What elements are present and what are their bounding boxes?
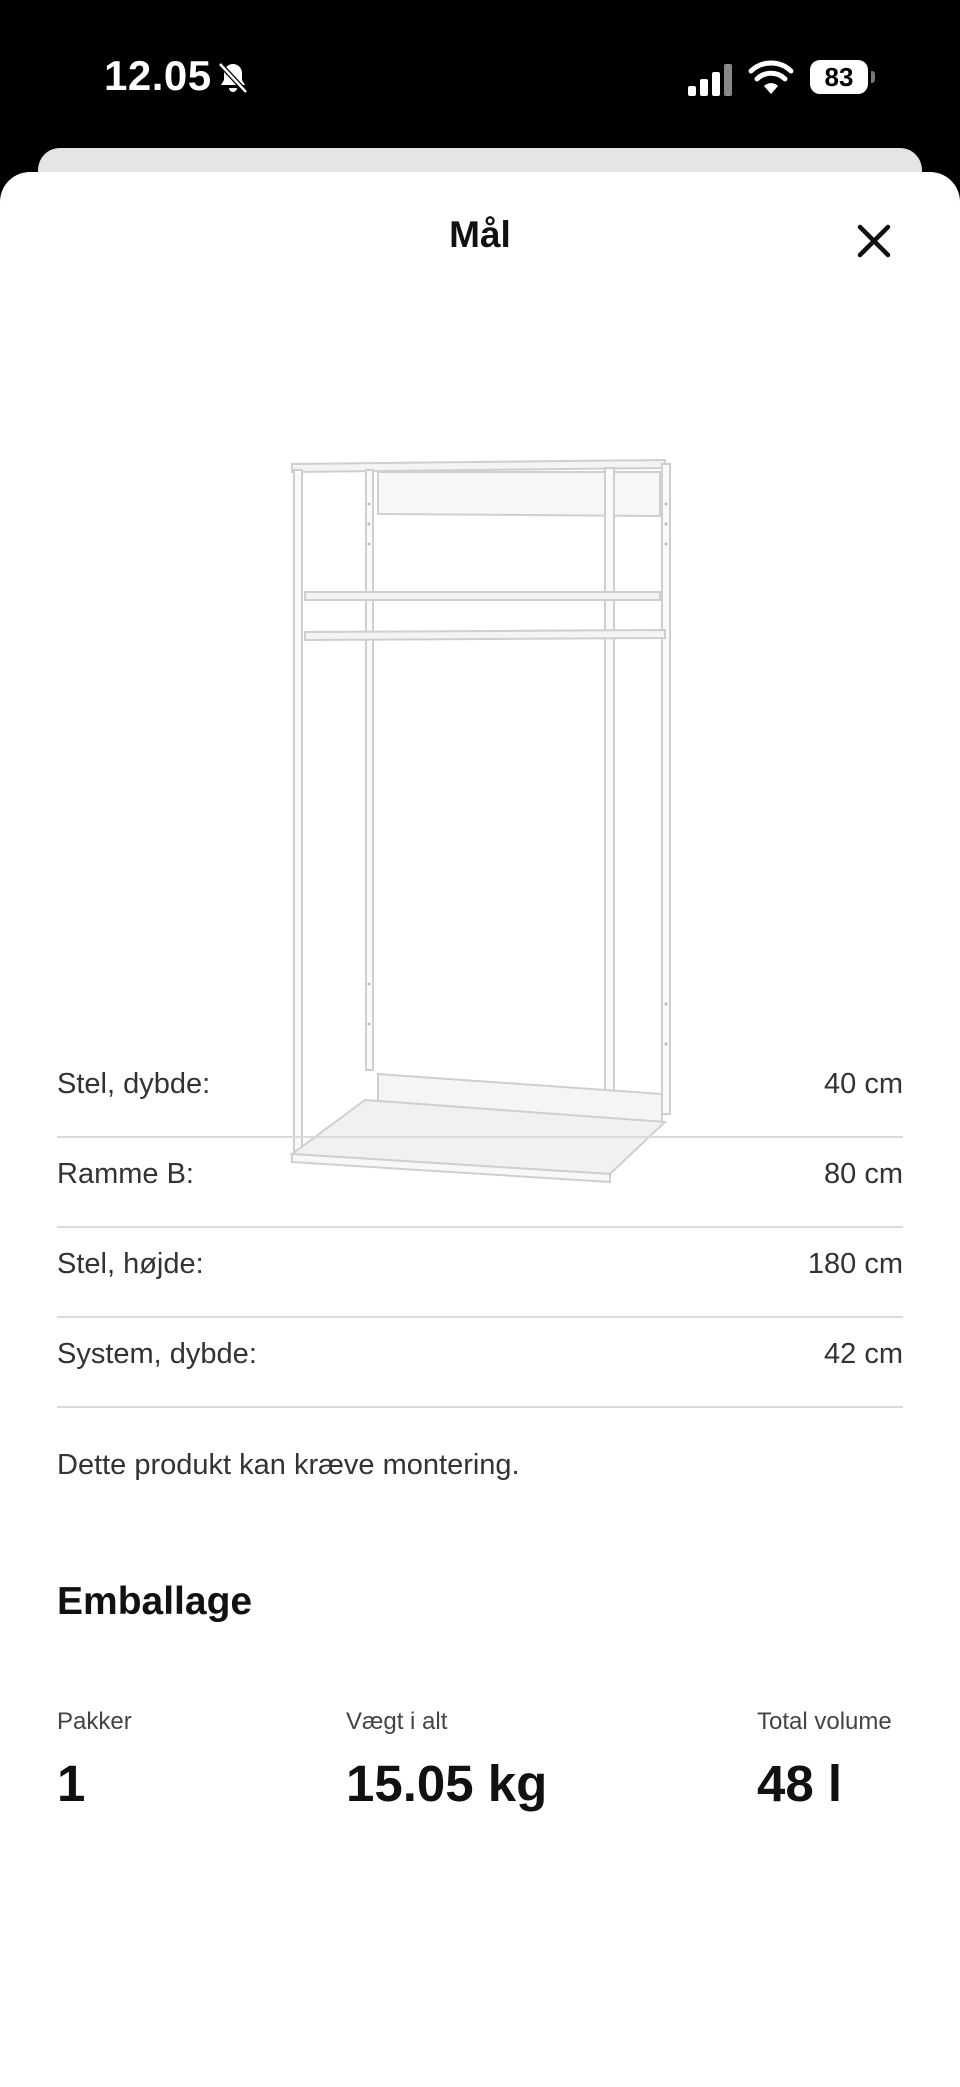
status-bar: 12.05 83 — [0, 0, 960, 150]
spec-row: Stel, dybde: 40 cm — [57, 1048, 903, 1138]
spec-label: System, dybde: — [57, 1338, 257, 1370]
assembly-note: Dette produkt kan kræve montering. — [57, 1449, 520, 1481]
close-icon[interactable] — [850, 217, 898, 265]
volume-label: Total volume — [757, 1708, 892, 1735]
packages-value: 1 — [57, 1755, 86, 1812]
status-time: 12.05 — [104, 52, 212, 99]
volume-column: Total volume 48 l — [757, 1708, 892, 1813]
cellular-signal-icon — [688, 64, 732, 96]
wifi-icon — [748, 60, 794, 94]
spec-value: 180 cm — [807, 1248, 903, 1280]
spec-row: Ramme B: 80 cm — [57, 1138, 903, 1228]
bell-slash-icon — [218, 62, 248, 94]
spec-value: 40 cm — [824, 1068, 903, 1100]
packaging-heading: Emballage — [57, 1580, 253, 1623]
sheet-title: Mål — [449, 214, 511, 255]
weight-column: Vægt i alt 15.05 kg — [346, 1708, 547, 1813]
spec-label: Ramme B: — [57, 1158, 194, 1190]
packages-column: Pakker 1 — [57, 1708, 132, 1813]
packages-label: Pakker — [57, 1708, 132, 1735]
spec-label: Stel, dybde: — [57, 1068, 211, 1100]
spec-value: 42 cm — [824, 1338, 903, 1370]
weight-label: Vægt i alt — [346, 1708, 448, 1735]
spec-value: 80 cm — [824, 1158, 903, 1190]
weight-value: 15.05 kg — [346, 1755, 548, 1812]
battery-icon: 83 — [810, 60, 876, 96]
spec-row: System, dybde: 42 cm — [57, 1318, 903, 1408]
battery-level: 83 — [824, 62, 854, 92]
volume-value: 48 l — [757, 1755, 843, 1812]
spec-label: Stel, højde: — [57, 1248, 204, 1280]
spec-list: Stel, dybde: 40 cm Ramme B: 80 cm Stel, … — [57, 1048, 903, 1408]
spec-row: Stel, højde: 180 cm — [57, 1228, 903, 1318]
